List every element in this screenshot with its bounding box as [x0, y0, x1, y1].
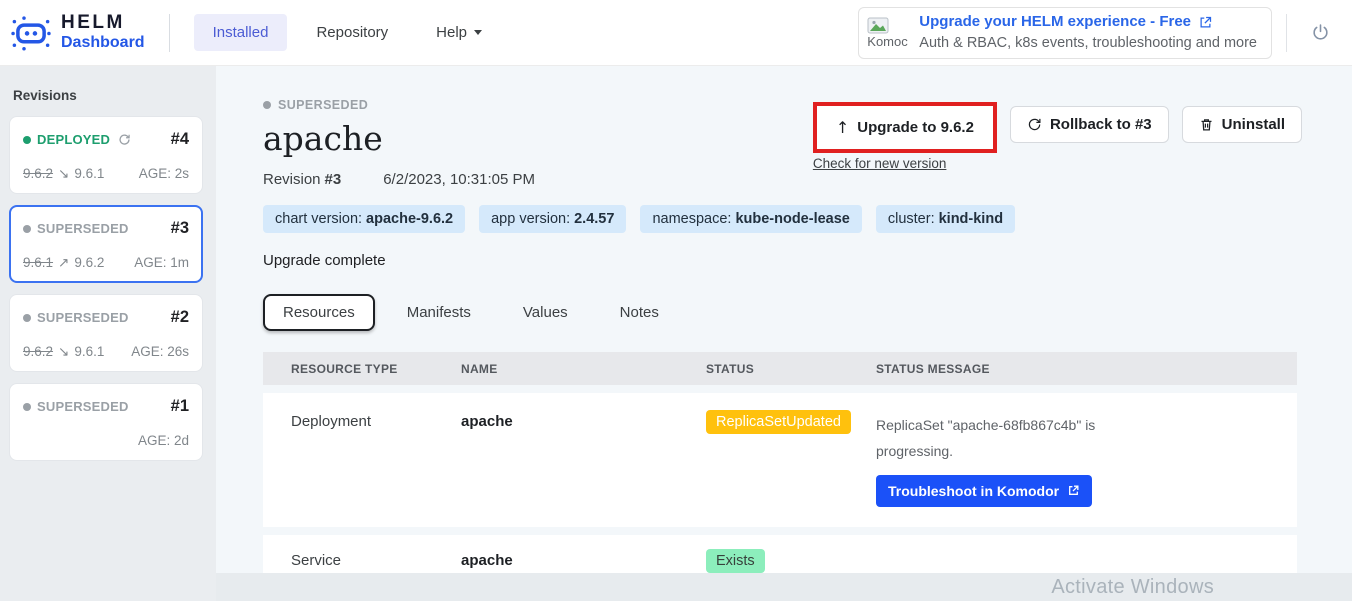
- resource-type-cell: Deployment: [291, 413, 461, 430]
- version-from: 9.6.1: [23, 255, 53, 271]
- table-header-row: RESOURCE TYPE NAME STATUS STATUS MESSAGE: [263, 352, 1297, 385]
- resource-name-cell: apache: [461, 552, 706, 569]
- revision-card-4[interactable]: DEPLOYED #4 9.6.2 ↘ 9.6.1 AGE: 2s: [9, 116, 203, 194]
- release-metadata-badges: chart version:apache-9.6.2 app version:2…: [263, 205, 1302, 233]
- power-icon: [1311, 23, 1330, 42]
- logo-subtitle: Dashboard: [61, 34, 145, 52]
- version-to: 9.6.2: [74, 255, 104, 271]
- tab-manifests[interactable]: Manifests: [387, 294, 491, 331]
- rollback-icon: [1027, 117, 1042, 132]
- komodor-upgrade-banner[interactable]: Komoc Upgrade your HELM experience - Fre…: [858, 7, 1272, 59]
- shutdown-button[interactable]: [1303, 17, 1338, 48]
- chart-version-badge: chart version:apache-9.6.2: [263, 205, 465, 233]
- banner-subtitle-text: Auth & RBAC, k8s events, troubleshooting…: [919, 33, 1257, 54]
- revisions-sidebar: Revisions DEPLOYED #4 9.6.2: [0, 66, 216, 601]
- release-actions: ↑ Upgrade to 9.6.2 Check for new version: [813, 106, 1302, 171]
- release-title: apache: [263, 119, 535, 158]
- nav-menu-help[interactable]: Help: [417, 14, 501, 51]
- status-badge: Exists: [706, 549, 765, 573]
- version-to: 9.6.1: [74, 166, 104, 182]
- revision-card-3[interactable]: SUPERSEDED #3 9.6.1 ↗ 9.6.2 AGE: 1m: [9, 205, 203, 283]
- status-badge: ReplicaSetUpdated: [706, 410, 851, 434]
- check-new-version-link[interactable]: Check for new version: [813, 156, 997, 171]
- status-dot: [23, 136, 31, 144]
- help-label: Help: [436, 24, 467, 41]
- version-arrow: ↗: [58, 255, 69, 271]
- status-dot: [263, 101, 271, 109]
- revision-status: SUPERSEDED: [37, 399, 129, 414]
- release-detail-panel: SUPERSEDED apache Revision #3 6/2/2023, …: [216, 66, 1352, 573]
- revision-number: #1: [171, 397, 189, 416]
- version-from: 9.6.2: [23, 166, 53, 182]
- nav-tab-repository[interactable]: Repository: [297, 14, 407, 51]
- main-nav: Installed Repository Help: [194, 14, 501, 51]
- red-annotation-box: ↑ Upgrade to 9.6.2: [813, 102, 997, 153]
- release-status-note: Upgrade complete: [263, 252, 1302, 269]
- version-from: 9.6.2: [23, 344, 53, 360]
- detail-tabs: Resources Manifests Values Notes: [263, 294, 1302, 331]
- top-header: HELM Dashboard Installed Repository Help…: [0, 0, 1352, 66]
- revision-number: #2: [171, 308, 189, 327]
- namespace-badge: namespace:kube-node-lease: [640, 205, 861, 233]
- reload-icon: [118, 133, 131, 146]
- rollback-button[interactable]: Rollback to #3: [1010, 106, 1169, 143]
- banner-title-text: Upgrade your HELM experience - Free: [919, 11, 1191, 33]
- external-link-icon: [1067, 484, 1080, 497]
- revision-age: AGE: 26s: [131, 344, 189, 360]
- revision-status: SUPERSEDED: [37, 221, 129, 236]
- release-status-label: SUPERSEDED: [278, 98, 368, 112]
- version-to: 9.6.1: [74, 344, 104, 360]
- upgrade-button[interactable]: ↑ Upgrade to 9.6.2: [820, 109, 990, 146]
- arrow-up-icon: ↑: [836, 118, 849, 137]
- revision-status: DEPLOYED: [37, 132, 110, 147]
- tab-notes[interactable]: Notes: [600, 294, 679, 331]
- tab-resources[interactable]: Resources: [263, 294, 375, 331]
- table-row: Deployment apache ReplicaSetUpdated Repl…: [263, 393, 1297, 527]
- app-version-badge: app version:2.4.57: [479, 205, 626, 233]
- status-dot: [23, 314, 31, 322]
- revision-card-2[interactable]: SUPERSEDED #2 9.6.2 ↘ 9.6.1 AGE: 26s: [9, 294, 203, 372]
- trash-icon: [1199, 117, 1214, 132]
- revision-number: #4: [171, 130, 189, 149]
- troubleshoot-komodor-button[interactable]: Troubleshoot in Komodor: [876, 475, 1092, 507]
- header-divider: [1286, 14, 1287, 52]
- logo-title: HELM: [61, 13, 145, 34]
- chevron-down-icon: [474, 30, 482, 35]
- bottom-strip: Activate Windows: [216, 573, 1352, 601]
- helm-dashboard-logo[interactable]: HELM Dashboard: [10, 12, 145, 54]
- col-resource-type: RESOURCE TYPE: [291, 362, 461, 376]
- header-divider: [169, 14, 170, 52]
- revisions-heading: Revisions: [13, 88, 203, 103]
- revision-age: AGE: 2d: [138, 433, 189, 449]
- external-link-icon: [1198, 15, 1213, 30]
- status-dot: [23, 403, 31, 411]
- cluster-badge: cluster:kind-kind: [876, 205, 1015, 233]
- status-message-text: ReplicaSet "apache-68fb867c4b" is progre…: [876, 413, 1126, 465]
- col-status-message: STATUS MESSAGE: [876, 362, 1297, 376]
- revision-card-1[interactable]: SUPERSEDED #1 AGE: 2d: [9, 383, 203, 461]
- tab-values[interactable]: Values: [503, 294, 588, 331]
- release-heading-block: SUPERSEDED apache Revision #3 6/2/2023, …: [263, 94, 535, 188]
- revision-status: SUPERSEDED: [37, 310, 129, 325]
- col-status: STATUS: [706, 362, 876, 376]
- nav-tab-installed[interactable]: Installed: [194, 14, 288, 51]
- activate-windows-watermark: Activate Windows: [1051, 576, 1214, 599]
- resource-name-cell: apache: [461, 413, 706, 430]
- revision-label: Revision: [263, 171, 321, 188]
- revision-age: AGE: 1m: [134, 255, 189, 271]
- komodor-image-alt-text: Komoc: [867, 34, 907, 49]
- resources-table: RESOURCE TYPE NAME STATUS STATUS MESSAGE…: [263, 352, 1297, 587]
- helm-robot-icon: [10, 12, 52, 54]
- revision-number: #3: [325, 171, 342, 188]
- revision-number: #3: [171, 219, 189, 238]
- col-name: NAME: [461, 362, 706, 376]
- komodor-broken-image: Komoc: [867, 17, 909, 49]
- status-dot: [23, 225, 31, 233]
- resource-type-cell: Service: [291, 552, 461, 569]
- revision-age: AGE: 2s: [139, 166, 189, 182]
- version-arrow: ↘: [58, 344, 69, 360]
- revision-date: 6/2/2023, 10:31:05 PM: [383, 171, 535, 188]
- version-arrow: ↘: [58, 166, 69, 182]
- uninstall-button[interactable]: Uninstall: [1182, 106, 1302, 143]
